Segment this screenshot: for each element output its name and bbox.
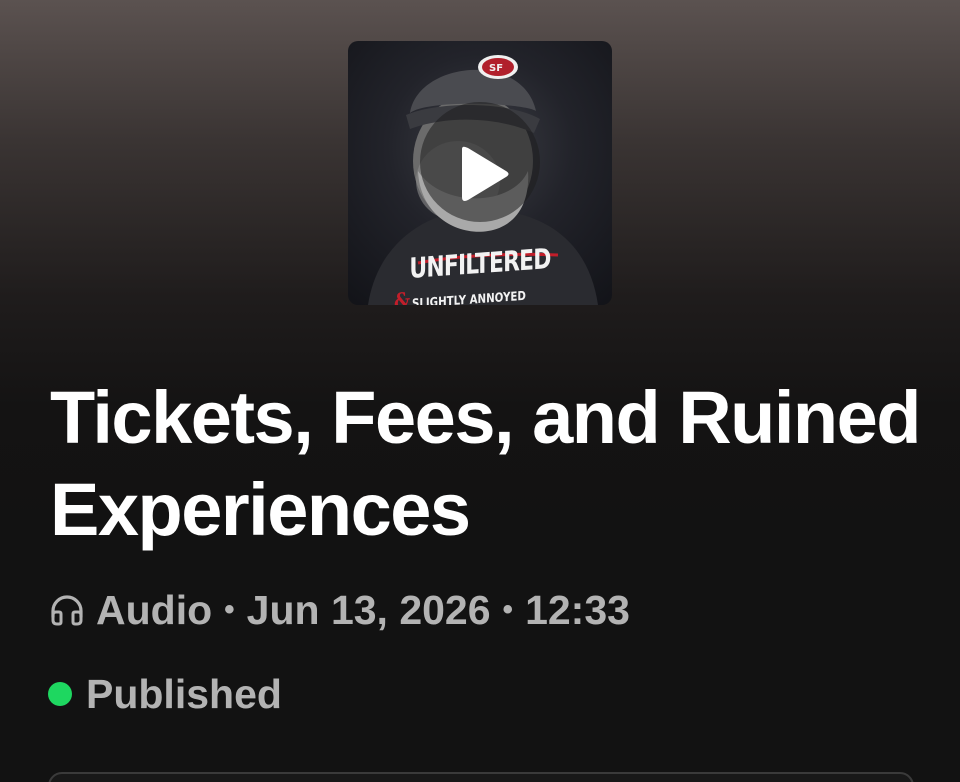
svg-text:SF: SF — [489, 63, 503, 74]
bottom-card-edge[interactable] — [48, 772, 914, 782]
cover-ampersand: & — [394, 287, 411, 305]
cover-subtitle-label: SLIGHTLY ANNOYED — [411, 287, 526, 305]
episode-meta-row: Audio • Jun 13, 2026 • 12:33 — [48, 584, 630, 636]
meta-separator: • — [502, 593, 514, 626]
status-dot-icon — [48, 682, 72, 706]
play-icon — [462, 146, 509, 201]
episode-screen: SF UNFILTERED & SLIGHTLY ANNOYED Tickets,… — [0, 0, 960, 782]
episode-duration: 12:33 — [525, 586, 630, 633]
play-button[interactable] — [420, 102, 540, 222]
headphones-icon — [51, 595, 83, 626]
episode-type-label: Audio — [96, 586, 213, 633]
episode-title: Tickets, Fees, and Ruined Experiences — [50, 376, 921, 551]
status-label: Published — [86, 670, 282, 717]
episode-status: Published — [48, 668, 282, 720]
meta-separator: • — [224, 593, 235, 626]
episode-date: Jun 13, 2026 — [246, 586, 491, 633]
